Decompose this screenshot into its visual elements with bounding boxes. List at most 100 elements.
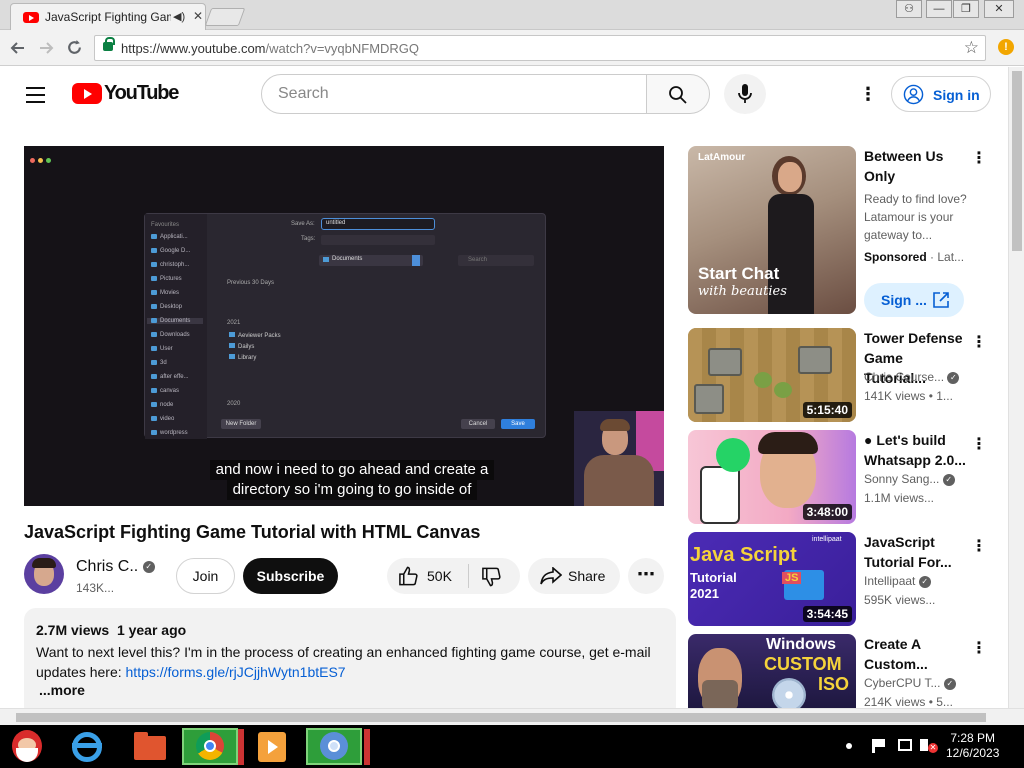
ad-brand-logo: LatAmour bbox=[698, 152, 746, 163]
vertical-scroll-thumb[interactable] bbox=[1012, 71, 1022, 251]
ad-title[interactable]: Between Us Only bbox=[864, 146, 966, 186]
search-button[interactable] bbox=[646, 74, 710, 114]
search-placeholder: Search bbox=[278, 85, 329, 102]
show-more-link[interactable]: ...more bbox=[39, 682, 85, 698]
file-explorer-taskbar[interactable] bbox=[128, 728, 172, 765]
video-kebab-icon[interactable]: ⋮ bbox=[971, 536, 987, 556]
taskbar-divider bbox=[364, 729, 370, 765]
video-channel[interactable]: CyberCPU T... ✓ bbox=[864, 676, 956, 690]
ad-kebab-icon[interactable]: ⋮ bbox=[971, 148, 987, 168]
tab-close-icon[interactable]: ✕ bbox=[193, 9, 203, 23]
internet-explorer-taskbar[interactable] bbox=[66, 728, 110, 765]
like-count: 50K bbox=[427, 568, 452, 584]
back-arrow-icon[interactable] bbox=[10, 40, 26, 56]
user-profile-icon[interactable]: ⚇ bbox=[896, 0, 922, 18]
description-link[interactable]: https://forms.gle/rjJCjjhWytn1btES7 bbox=[126, 664, 346, 680]
tab-audio-icon[interactable]: ◀) bbox=[173, 10, 185, 23]
settings-kebab-icon[interactable]: ⋮ bbox=[859, 85, 877, 103]
close-window-button[interactable]: ✕ bbox=[984, 0, 1014, 18]
account-circle-icon bbox=[903, 84, 924, 105]
recommended-video[interactable]: Java Script Tutorial 2021 intellipaat JS… bbox=[688, 532, 988, 626]
sign-in-label: Sign in bbox=[933, 87, 980, 103]
extension-alert-icon[interactable]: ! bbox=[998, 39, 1014, 55]
recommended-video[interactable]: Windows CUSTOM ISO Create A Custom... Cy… bbox=[688, 634, 988, 708]
menu-hamburger-icon[interactable] bbox=[26, 87, 45, 108]
ad-model-face bbox=[778, 162, 802, 192]
dialog-sidebar-item: canvas bbox=[151, 388, 179, 394]
share-button[interactable]: Share bbox=[528, 558, 620, 594]
caption-line-2: directory so i'm going to go inside of bbox=[226, 480, 478, 500]
youtube-page: YouTube Search ⋮ Sign in Favourites Appl… bbox=[0, 67, 1008, 708]
media-player-taskbar[interactable] bbox=[250, 728, 294, 765]
video-title[interactable]: Create A Custom... bbox=[864, 634, 966, 674]
sign-in-button[interactable]: Sign in bbox=[891, 76, 991, 112]
vertical-scrollbar[interactable] bbox=[1008, 67, 1024, 708]
video-player[interactable]: Favourites Applicati... Google D... chri… bbox=[24, 146, 664, 506]
thumb-brand: intellipaat bbox=[812, 536, 842, 543]
reload-icon[interactable] bbox=[66, 39, 83, 56]
video-thumbnail[interactable]: Java Script Tutorial 2021 intellipaat JS… bbox=[688, 532, 856, 626]
video-duration: 3:54:45 bbox=[802, 606, 852, 622]
video-kebab-icon[interactable]: ⋮ bbox=[971, 332, 987, 352]
thumbs-up-icon bbox=[399, 566, 418, 586]
bookmark-star-icon[interactable]: ☆ bbox=[964, 38, 979, 58]
address-bar[interactable]: https://www.youtube.com/watch?v=vyqbNFMD… bbox=[94, 35, 986, 61]
start-button[interactable] bbox=[4, 728, 54, 765]
search-input[interactable]: Search bbox=[261, 74, 647, 114]
video-duration: 3:48:00 bbox=[802, 504, 852, 520]
url-text: https://www.youtube.com/watch?v=vyqbNFMD… bbox=[121, 41, 419, 56]
browser-tab-active[interactable]: JavaScript Fighting Game ◀) ✕ bbox=[10, 3, 206, 30]
horizontal-scroll-thumb[interactable] bbox=[16, 713, 986, 722]
join-button[interactable]: Join bbox=[176, 558, 235, 594]
video-thumbnail[interactable]: Windows CUSTOM ISO bbox=[688, 634, 856, 708]
horizontal-scrollbar[interactable] bbox=[0, 708, 1024, 725]
location-value: Documents bbox=[332, 256, 363, 262]
clock-date: 12/6/2023 bbox=[946, 746, 1000, 760]
description-box[interactable]: 2.7M views 1 year ago Want to next level… bbox=[24, 608, 676, 708]
more-horizontal-icon: ⋯ bbox=[637, 564, 655, 584]
taskbar-divider bbox=[238, 729, 244, 765]
like-button[interactable]: 50K bbox=[387, 558, 467, 594]
more-actions-button[interactable]: ⋯ bbox=[628, 558, 664, 594]
clock-time: 7:28 PM bbox=[950, 731, 996, 745]
video-kebab-icon[interactable]: ⋮ bbox=[971, 638, 987, 658]
video-channel[interactable]: Sonny Sang... ✓ bbox=[864, 472, 955, 486]
video-thumbnail[interactable]: 5:15:40 bbox=[688, 328, 856, 422]
forward-arrow-icon[interactable] bbox=[38, 40, 54, 56]
recommended-video[interactable]: 3:48:00 ● Let's build Whatsapp 2.0... So… bbox=[688, 430, 988, 524]
channel-avatar[interactable] bbox=[24, 554, 64, 594]
video-title: JavaScript Fighting Game Tutorial with H… bbox=[24, 522, 481, 542]
network-icon[interactable] bbox=[898, 739, 912, 751]
channel-name[interactable]: Chris C.. ✓ bbox=[76, 558, 155, 576]
dialog-sidebar-item: Google D... bbox=[151, 248, 190, 254]
tray-dot-icon[interactable] bbox=[846, 743, 852, 749]
video-meta: 214K views • 5... bbox=[864, 695, 953, 708]
ad-cta-label: Sign ... bbox=[881, 292, 927, 308]
ad-thumbnail[interactable]: LatAmour Start Chat with beauties bbox=[688, 146, 856, 314]
video-thumbnail[interactable]: 3:48:00 bbox=[688, 430, 856, 524]
new-tab-button[interactable] bbox=[204, 8, 246, 26]
video-title[interactable]: ● Let's build Whatsapp 2.0... bbox=[864, 430, 966, 470]
chromium-taskbar-active[interactable] bbox=[306, 728, 362, 765]
video-channel[interactable]: Chris Course... ✓ bbox=[864, 370, 960, 384]
recommended-video[interactable]: 5:15:40 Tower Defense Game Tutorial... C… bbox=[688, 328, 988, 422]
share-label: Share bbox=[568, 568, 606, 584]
restore-button[interactable]: ❐ bbox=[953, 0, 979, 18]
sponsored-ad[interactable]: LatAmour Start Chat with beauties Betwee… bbox=[688, 146, 988, 317]
section-2020: 2020 bbox=[227, 401, 241, 407]
ad-cta-button[interactable]: Sign ... bbox=[864, 283, 964, 317]
system-clock[interactable]: 7:28 PM 12/6/2023 bbox=[946, 731, 999, 761]
video-title[interactable]: JavaScript Tutorial For... bbox=[864, 532, 966, 572]
video-channel[interactable]: Intellipaat ✓ bbox=[864, 574, 931, 588]
minimize-button[interactable]: — bbox=[926, 0, 952, 18]
video-kebab-icon[interactable]: ⋮ bbox=[971, 434, 987, 454]
subtitle-captions: and now i need to go ahead and create a … bbox=[192, 460, 512, 500]
verified-check-icon: ✓ bbox=[942, 473, 955, 486]
voice-search-button[interactable] bbox=[724, 74, 766, 114]
thumb-subtitle: Tutorial bbox=[690, 570, 737, 585]
subscribe-button[interactable]: Subscribe bbox=[243, 558, 338, 594]
youtube-play-logo-icon bbox=[72, 83, 102, 104]
dislike-button[interactable] bbox=[469, 558, 520, 594]
chrome-taskbar-active[interactable] bbox=[182, 728, 238, 765]
volume-muted-icon[interactable] bbox=[920, 739, 928, 751]
